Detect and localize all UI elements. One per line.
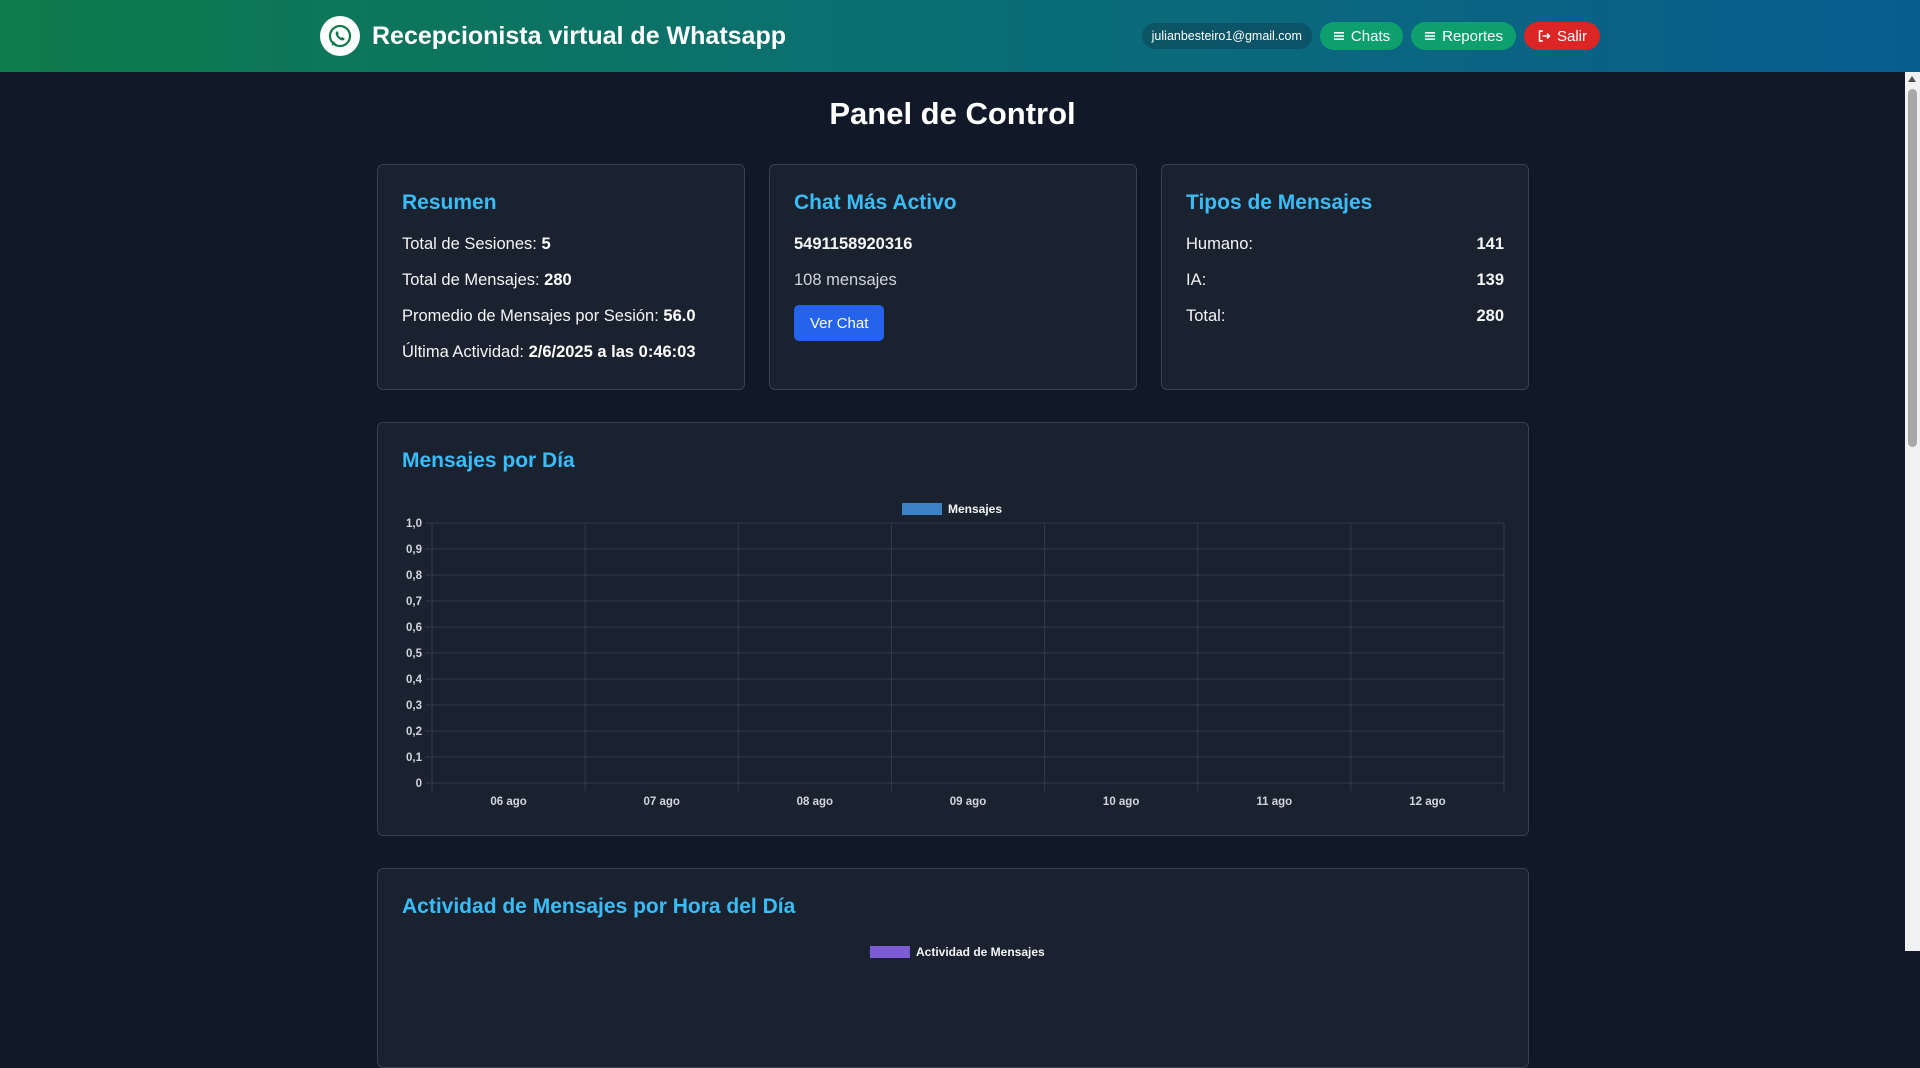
- hourly-legend: Actividad de Mensajes: [870, 945, 1045, 959]
- logout-label: Salir: [1556, 27, 1587, 45]
- hourly-activity-title: Actividad de Mensajes por Hora del Día: [402, 895, 796, 918]
- message-type-label: Humano:: [1186, 235, 1253, 253]
- y-tick-label: 0,7: [406, 596, 422, 608]
- y-tick-label: 0,9: [406, 544, 422, 556]
- avg-messages-label: Promedio de Mensajes por Sesión:: [402, 307, 659, 325]
- y-tick-label: 0,2: [406, 726, 422, 738]
- avg-messages: Promedio de Mensajes por Sesión: 56.0: [402, 307, 696, 326]
- y-tick-label: 0,6: [406, 622, 422, 634]
- nav-actions: julianbesteiro1@gmail.com Chats Reportes…: [1141, 22, 1600, 50]
- y-tick-label: 0,1: [406, 752, 423, 764]
- whatsapp-icon: [320, 16, 360, 56]
- hourly-legend-label: Actividad de Mensajes: [916, 945, 1045, 959]
- y-tick-label: 0: [416, 778, 422, 790]
- message-types-card: Tipos de Mensajes Humano: 141 IA: 139 To…: [1161, 164, 1529, 390]
- message-type-row-human: Humano: 141: [1186, 235, 1504, 254]
- scroll-up-arrow-icon[interactable]: [1908, 76, 1916, 82]
- x-tick-label: 08 ago: [797, 796, 833, 808]
- logout-button[interactable]: Salir: [1523, 22, 1600, 50]
- brand[interactable]: Recepcionista virtual de Whatsapp: [320, 16, 786, 56]
- list-icon: [1425, 32, 1436, 40]
- total-sessions-value: 5: [541, 235, 551, 253]
- x-tick-label: 06 ago: [490, 796, 526, 808]
- chats-button[interactable]: Chats: [1319, 22, 1404, 50]
- page-scrollbar[interactable]: [1905, 72, 1920, 951]
- active-chat-card: Chat Más Activo 5491158920316 108 mensaj…: [769, 164, 1137, 390]
- legend-label: Mensajes: [948, 502, 1002, 516]
- total-sessions: Total de Sesiones: 5: [402, 235, 551, 254]
- y-tick-label: 0,5: [406, 648, 423, 660]
- scrollbar-thumb[interactable]: [1908, 89, 1917, 447]
- user-email-badge: julianbesteiro1@gmail.com: [1141, 23, 1312, 49]
- daily-messages-title: Mensajes por Día: [402, 449, 575, 472]
- active-chat-messages: 108 mensajes: [794, 271, 897, 289]
- hourly-legend-swatch: [870, 946, 910, 958]
- legend-swatch: [902, 503, 942, 515]
- summary-title: Resumen: [402, 191, 497, 214]
- x-tick-label: 10 ago: [1103, 796, 1139, 808]
- reports-label: Reportes: [1442, 27, 1503, 45]
- view-chat-button[interactable]: Ver Chat: [794, 305, 885, 341]
- daily-messages-card: Mensajes por Día Mensajes 1,0 0,9 0,8 0,7 0,6…: [377, 422, 1529, 836]
- summary-card: Resumen Total de Sesiones: 5 Total de Me…: [377, 164, 745, 390]
- total-sessions-label: Total de Sesiones:: [402, 235, 537, 253]
- reports-button[interactable]: Reportes: [1411, 22, 1516, 50]
- y-tick-label: 0,4: [406, 674, 423, 686]
- message-type-value: 280: [1476, 307, 1504, 325]
- message-type-row-total: Total: 280: [1186, 307, 1504, 326]
- message-types-title: Tipos de Mensajes: [1186, 191, 1373, 214]
- x-tick-label: 11 ago: [1256, 796, 1292, 808]
- total-messages-value: 280: [544, 271, 572, 289]
- logout-icon: [1538, 30, 1551, 42]
- y-tick-label: 0,3: [406, 700, 422, 712]
- last-activity-value: 2/6/2025 a las 0:46:03: [528, 343, 696, 361]
- daily-messages-chart: Mensajes 1,0 0,9 0,8 0,7 0,6 0,5 0,4 0,3 0,2 0,1 0 0…: [406, 502, 1505, 808]
- chats-label: Chats: [1350, 27, 1391, 45]
- top-navbar: Recepcionista virtual de Whatsapp julian…: [0, 0, 1920, 72]
- hourly-activity-card: Actividad de Mensajes por Hora del Día A…: [377, 868, 1529, 1068]
- x-tick-label: 12 ago: [1409, 796, 1445, 808]
- active-chat-phone: 5491158920316: [794, 235, 913, 253]
- x-tick-label: 09 ago: [950, 796, 986, 808]
- last-activity: Última Actividad: 2/6/2025 a las 0:46:03: [402, 343, 696, 362]
- total-messages-label: Total de Mensajes:: [402, 271, 540, 289]
- message-type-value: 141: [1476, 235, 1504, 253]
- avg-messages-value: 56.0: [663, 307, 696, 325]
- last-activity-label: Última Actividad:: [402, 343, 524, 361]
- y-tick-label: 1,0: [406, 518, 422, 530]
- message-type-row-ai: IA: 139: [1186, 271, 1504, 290]
- active-chat-title: Chat Más Activo: [794, 191, 957, 214]
- message-type-label: IA:: [1186, 271, 1207, 289]
- x-tick-label: 07 ago: [643, 796, 679, 808]
- message-type-value: 139: [1476, 271, 1504, 289]
- total-messages: Total de Mensajes: 280: [402, 271, 572, 290]
- app-title: Recepcionista virtual de Whatsapp: [372, 21, 786, 50]
- y-tick-label: 0,8: [406, 570, 423, 582]
- message-type-label: Total:: [1186, 307, 1226, 325]
- list-icon: [1333, 32, 1344, 40]
- page-title: Panel de Control: [829, 96, 1076, 131]
